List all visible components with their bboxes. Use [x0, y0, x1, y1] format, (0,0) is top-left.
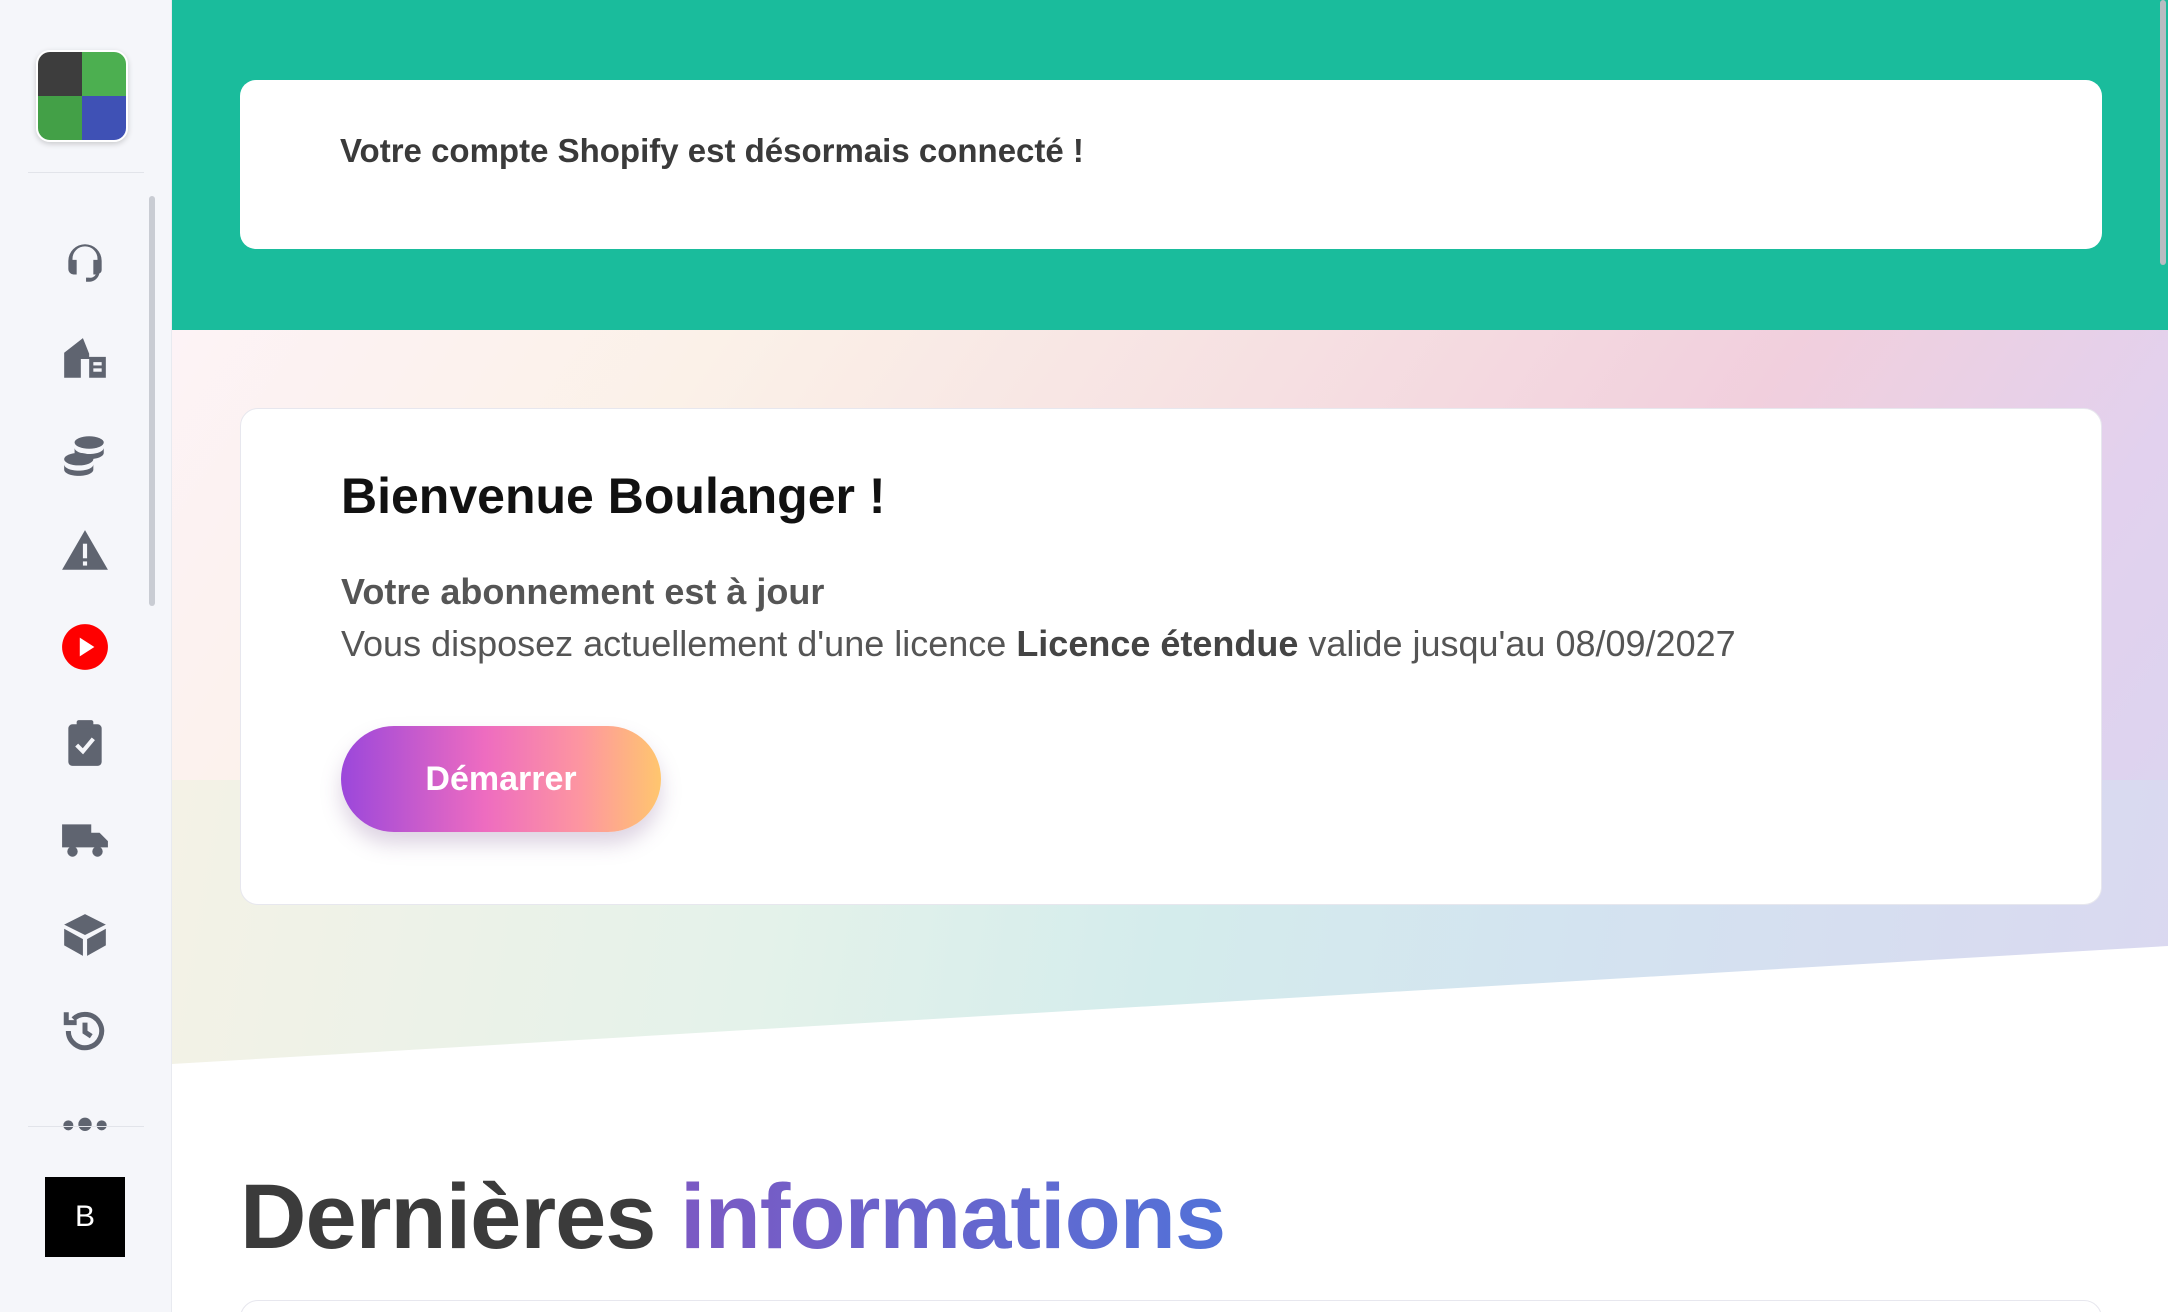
- license-info: Vous disposez actuellement d'une licence…: [341, 623, 1736, 665]
- more-icon: [63, 1117, 107, 1131]
- clipboard-check-icon: [68, 720, 102, 766]
- sidebar-scrollbar[interactable]: [149, 196, 155, 606]
- sidebar-item-videos[interactable]: [58, 620, 112, 674]
- warning-icon: [62, 530, 108, 570]
- youtube-icon: [62, 624, 108, 670]
- welcome-card: Bienvenue Boulanger ! Votre abonnement e…: [240, 408, 2102, 905]
- welcome-title: Bienvenue Boulanger !: [341, 468, 886, 524]
- page-scrollbar[interactable]: [2160, 0, 2166, 265]
- sidebar: B: [0, 0, 172, 1312]
- headset-icon: [68, 244, 102, 282]
- sidebar-item-coins[interactable]: [58, 428, 112, 482]
- license-name: Licence étendue: [1016, 623, 1299, 664]
- subscription-status: Votre abonnement est à jour: [341, 571, 825, 612]
- truck-icon: [62, 824, 108, 857]
- sidebar-item-tasks[interactable]: [58, 716, 112, 770]
- sidebar-item-store[interactable]: [58, 332, 112, 386]
- news-card: [240, 1300, 2102, 1312]
- sidebar-item-support[interactable]: [58, 236, 112, 290]
- sidebar-item-more[interactable]: [58, 1090, 112, 1144]
- connection-notice: Votre compte Shopify est désormais conne…: [240, 80, 2102, 249]
- license-prefix: Vous disposez actuellement d'une licence: [341, 623, 1017, 664]
- store-icon: [64, 338, 106, 378]
- logo-quadrant: [82, 52, 126, 96]
- history-icon: [63, 1011, 105, 1051]
- logo-quadrant: [38, 96, 82, 140]
- news-heading-part1: Dernières: [240, 1166, 681, 1268]
- news-heading: Dernières informations: [240, 1165, 1226, 1270]
- sidebar-item-alerts[interactable]: [58, 524, 112, 578]
- sidebar-divider: [28, 172, 144, 173]
- sidebar-item-products[interactable]: [58, 908, 112, 962]
- logo-quadrant: [82, 96, 126, 140]
- logo-quadrant: [38, 52, 82, 96]
- notice-text: Votre compte Shopify est désormais conne…: [340, 132, 1084, 169]
- sidebar-item-shipping[interactable]: [58, 812, 112, 866]
- sidebar-divider: [28, 1126, 144, 1127]
- user-avatar[interactable]: B: [45, 1177, 125, 1257]
- start-button[interactable]: Démarrer: [341, 726, 661, 832]
- top-banner: Votre compte Shopify est désormais conne…: [172, 0, 2168, 330]
- news-heading-accent: informations: [680, 1166, 1226, 1268]
- main-content: Votre compte Shopify est désormais conne…: [172, 0, 2168, 1312]
- license-suffix: valide jusqu'au 08/09/2027: [1298, 623, 1736, 664]
- box-icon: [64, 914, 106, 956]
- app-logo[interactable]: [36, 50, 128, 142]
- sidebar-item-history[interactable]: [58, 1004, 112, 1058]
- coins-icon: [64, 436, 104, 476]
